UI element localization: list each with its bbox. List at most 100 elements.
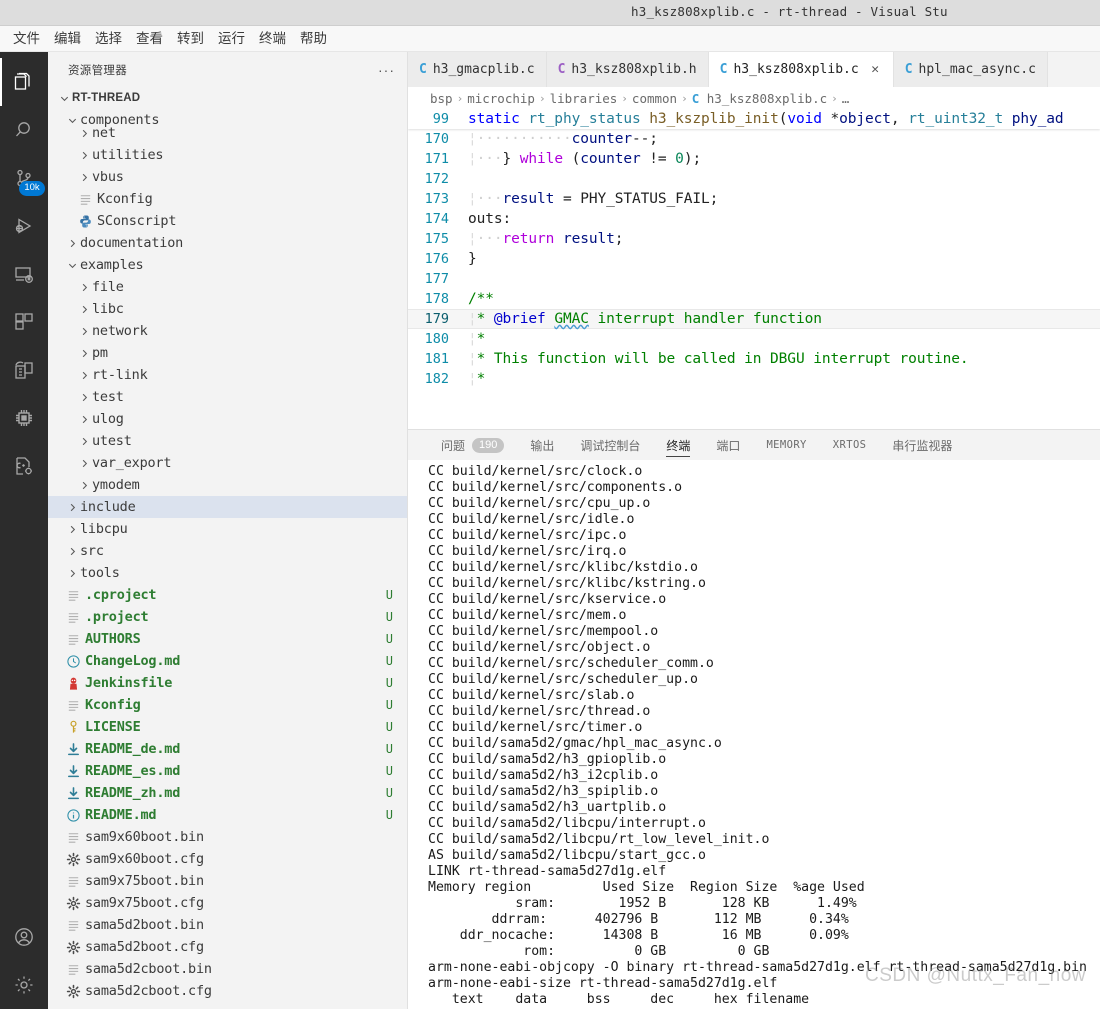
- tab-debug-console[interactable]: 调试控制台: [567, 430, 653, 460]
- menu-file[interactable]: 文件: [6, 28, 47, 50]
- tasks-icon[interactable]: [0, 346, 48, 394]
- code-lines[interactable]: 170 ¦···········counter--; 171 ¦···} while …: [408, 129, 1100, 389]
- tree-folder-libc[interactable]: libc: [48, 298, 407, 320]
- breadcrumb-item[interactable]: C h3_ksz808xplib.c: [692, 91, 827, 106]
- tree-folder-test[interactable]: test: [48, 386, 407, 408]
- tab-problems[interactable]: 问题 190: [428, 430, 517, 460]
- cpp-config-icon[interactable]: [0, 442, 48, 490]
- tree-file-changelog-md[interactable]: ChangeLog.md U: [48, 650, 407, 672]
- tree-folder-file[interactable]: file: [48, 276, 407, 298]
- tree-file-readme-de-md[interactable]: README_de.md U: [48, 738, 407, 760]
- code-line[interactable]: 179 ¦* @brief GMAC interrupt handler func…: [408, 309, 1100, 329]
- tree-folder-libcpu[interactable]: libcpu: [48, 518, 407, 540]
- menu-help[interactable]: 帮助: [293, 28, 334, 50]
- tree-file-license[interactable]: LICENSE U: [48, 716, 407, 738]
- breadcrumb-item[interactable]: microchip: [467, 91, 535, 106]
- explorer-icon[interactable]: [0, 58, 48, 106]
- tree-file-jenkinsfile[interactable]: Jenkinsfile U: [48, 672, 407, 694]
- tree-file-sama5d2cboot-bin[interactable]: sama5d2cboot.bin: [48, 958, 407, 980]
- code-line[interactable]: 180 ¦*: [408, 329, 1100, 349]
- tree-folder-network[interactable]: network: [48, 320, 407, 342]
- tree-folder-net[interactable]: net: [48, 122, 407, 144]
- tree-file-sam9x75boot-cfg[interactable]: sam9x75boot.cfg: [48, 892, 407, 914]
- menu-go[interactable]: 转到: [170, 28, 211, 50]
- tree-file-readme-es-md[interactable]: README_es.md U: [48, 760, 407, 782]
- tree-folder-tools[interactable]: tools: [48, 562, 407, 584]
- tree-folder-documentation[interactable]: documentation: [48, 232, 407, 254]
- source-control-icon[interactable]: 10k: [0, 154, 48, 202]
- code-editor[interactable]: 99 static rt_phy_status h3_kszplib_init(…: [408, 109, 1100, 429]
- tree-file-readme-md[interactable]: README.md U: [48, 804, 407, 826]
- tree-file-sama5d2boot-bin[interactable]: sama5d2boot.bin: [48, 914, 407, 936]
- settings-gear-icon[interactable]: [0, 961, 48, 1009]
- remote-explorer-icon[interactable]: [0, 250, 48, 298]
- tree-folder-utest[interactable]: utest: [48, 430, 407, 452]
- extensions-icon[interactable]: [0, 298, 48, 346]
- tree-folder-examples[interactable]: examples: [48, 254, 407, 276]
- tree-file-sama5d2cboot-cfg[interactable]: sama5d2cboot.cfg: [48, 980, 407, 1002]
- tab-ports[interactable]: 端口: [703, 430, 753, 460]
- search-icon[interactable]: [0, 106, 48, 154]
- tab-xrtos[interactable]: XRTOS: [820, 430, 880, 460]
- tree-folder-vbus[interactable]: vbus: [48, 166, 407, 188]
- editor-tab-hpl-mac-async-c[interactable]: Chpl_mac_async.c: [893, 52, 1048, 87]
- close-icon[interactable]: ✕: [869, 62, 882, 77]
- tree-folder-pm[interactable]: pm: [48, 342, 407, 364]
- menu-edit[interactable]: 编辑: [47, 28, 88, 50]
- breadcrumb-item[interactable]: …: [842, 91, 850, 106]
- code-line[interactable]: 171 ¦···} while (counter != 0);: [408, 149, 1100, 169]
- embedded-chip-icon[interactable]: [0, 394, 48, 442]
- code-line[interactable]: 173 ¦···result = PHY_STATUS_FAIL;: [408, 189, 1100, 209]
- code-line[interactable]: 181 ¦* This function will be called in DB…: [408, 349, 1100, 369]
- tab-output[interactable]: 输出: [517, 430, 567, 460]
- tab-serial-monitor[interactable]: 串行监视器: [879, 430, 965, 460]
- menu-view[interactable]: 查看: [129, 28, 170, 50]
- tab-memory[interactable]: MEMORY: [753, 430, 819, 460]
- code-line[interactable]: 182 ¦*: [408, 369, 1100, 389]
- tree-folder-include[interactable]: include: [48, 496, 407, 518]
- code-line[interactable]: 174 outs:: [408, 209, 1100, 229]
- tree-file-kconfig[interactable]: Kconfig U: [48, 694, 407, 716]
- tree-file--project[interactable]: .project U: [48, 606, 407, 628]
- tree-folder-var-export[interactable]: var_export: [48, 452, 407, 474]
- menu-run[interactable]: 运行: [211, 28, 252, 50]
- code-line[interactable]: 177: [408, 269, 1100, 289]
- code-line[interactable]: 175 ¦···return result;: [408, 229, 1100, 249]
- tree-file-authors[interactable]: AUTHORS U: [48, 628, 407, 650]
- code-line[interactable]: 170 ¦···········counter--;: [408, 129, 1100, 149]
- menu-selection[interactable]: 选择: [88, 28, 129, 50]
- file-tree[interactable]: components net utilities vbus Kconfig SConscr…: [48, 109, 407, 1009]
- code-line[interactable]: 176}: [408, 249, 1100, 269]
- tree-file-sam9x60boot-bin[interactable]: sam9x60boot.bin: [48, 826, 407, 848]
- editor-tab-h3-ksz808xplib-h[interactable]: Ch3_ksz808xplib.h: [546, 52, 709, 87]
- tab-terminal[interactable]: 终端: [653, 430, 703, 460]
- breadcrumb-item[interactable]: libraries: [550, 91, 618, 106]
- editor-tab-h3-gmacplib-c[interactable]: Ch3_gmacplib.c: [408, 52, 547, 87]
- run-and-debug-icon[interactable]: [0, 202, 48, 250]
- tree-file--cproject[interactable]: .cproject U: [48, 584, 407, 606]
- tree-folder-src[interactable]: src: [48, 540, 407, 562]
- code-line[interactable]: 178 /**: [408, 289, 1100, 309]
- account-icon[interactable]: [0, 913, 48, 961]
- tree-file-sam9x60boot-cfg[interactable]: sam9x60boot.cfg: [48, 848, 407, 870]
- breadcrumb-item[interactable]: bsp: [430, 91, 453, 106]
- workspace-root-row[interactable]: RT-THREAD: [48, 87, 407, 109]
- tree-file-sconscript[interactable]: SConscript: [48, 210, 407, 232]
- tree-folder-utilities[interactable]: utilities: [48, 144, 407, 166]
- tree-file-sama5d2boot-cfg[interactable]: sama5d2boot.cfg: [48, 936, 407, 958]
- menu-terminal[interactable]: 终端: [252, 28, 293, 50]
- terminal-output[interactable]: CC build/kernel/src/clock.o CC build/kern…: [408, 460, 1100, 1009]
- sticky-scroll-line[interactable]: 99 static rt_phy_status h3_kszplib_init(…: [408, 109, 1100, 129]
- tree-file-readme-zh-md[interactable]: README_zh.md U: [48, 782, 407, 804]
- tree-folder-ymodem[interactable]: ymodem: [48, 474, 407, 496]
- breadcrumb-item[interactable]: common: [632, 91, 677, 106]
- panel-tab-label: 串行监视器: [892, 438, 953, 453]
- editor-tab-h3-ksz808xplib-c[interactable]: Ch3_ksz808xplib.c ✕: [708, 52, 894, 87]
- sidebar-more-actions-icon[interactable]: ···: [378, 63, 395, 77]
- tree-file-sam9x75boot-bin[interactable]: sam9x75boot.bin: [48, 870, 407, 892]
- code-line[interactable]: 172: [408, 169, 1100, 189]
- tree-file-kconfig[interactable]: Kconfig: [48, 188, 407, 210]
- tree-folder-ulog[interactable]: ulog: [48, 408, 407, 430]
- tree-folder-rt-link[interactable]: rt-link: [48, 364, 407, 386]
- chevron-right-icon: [76, 282, 92, 293]
